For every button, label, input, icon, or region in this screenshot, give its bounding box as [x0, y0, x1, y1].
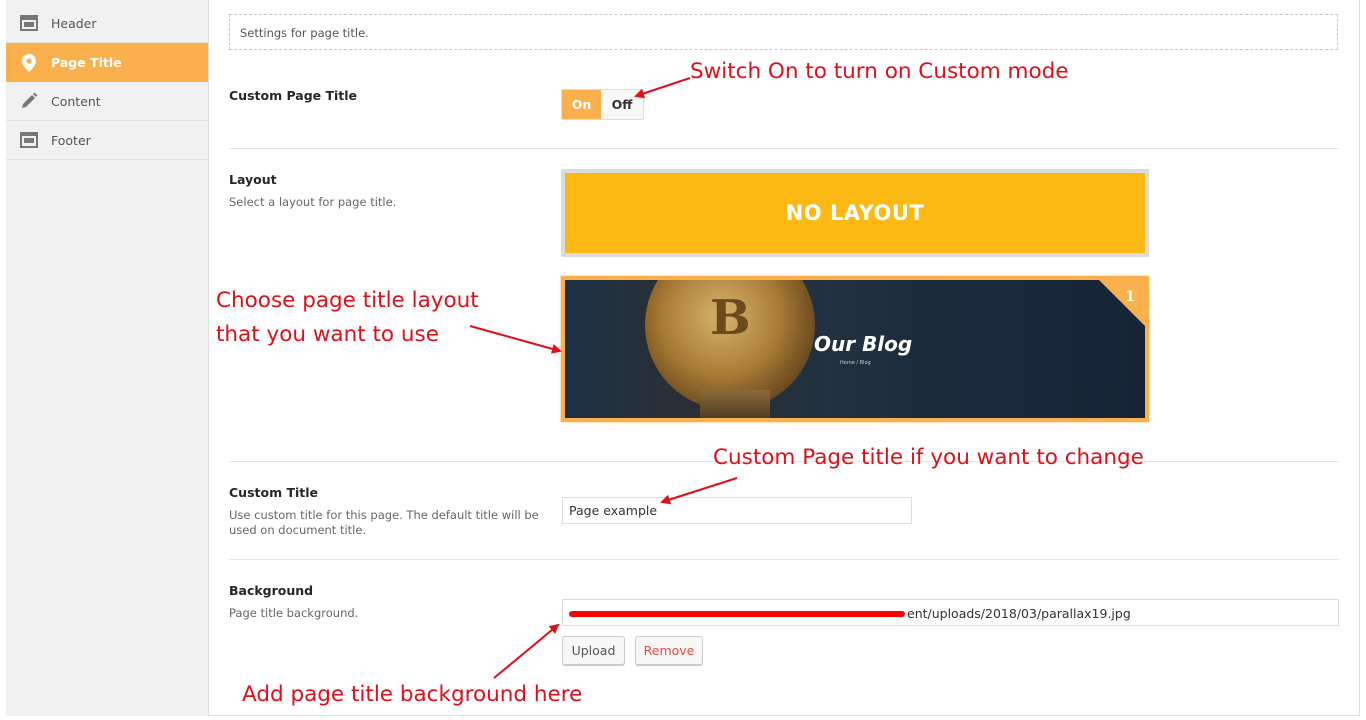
sidebar-item-label: Content: [51, 93, 101, 109]
layout-preview-title: Our Blog: [814, 332, 913, 356]
layout-label: Layout: [229, 172, 277, 187]
switch-off-option[interactable]: Off: [601, 90, 643, 119]
custom-title-input[interactable]: Page example: [562, 497, 912, 524]
sidebar: Header Page Title Content Footer: [6, 0, 209, 716]
switch-on-option[interactable]: On: [562, 90, 601, 119]
custom-title-label: Custom Title: [229, 485, 319, 500]
annotation-layout-line2: that you want to use: [216, 322, 439, 347]
background-url-input[interactable]: ent/uploads/2018/03/parallax19.jpg: [562, 599, 1339, 626]
sidebar-item-page-title[interactable]: Page Title: [6, 43, 208, 82]
divider: [229, 559, 1339, 560]
annotation-switch: Switch On to turn on Custom mode: [690, 59, 1069, 84]
sidebar-item-label: Header: [51, 15, 97, 31]
layout-footer-icon: [20, 131, 38, 149]
background-description: Page title background.: [229, 606, 359, 620]
layout-header-icon: [20, 14, 38, 32]
upload-button[interactable]: Upload: [562, 636, 625, 665]
bitcoin-symbol-icon: B: [710, 290, 751, 346]
selected-corner-badge: [1099, 280, 1145, 326]
sidebar-item-header[interactable]: Header: [6, 4, 208, 43]
map-pin-icon: [20, 53, 38, 72]
remove-button[interactable]: Remove: [635, 636, 703, 665]
sidebar-item-label: Footer: [51, 132, 91, 148]
redaction-mark: [569, 611, 905, 617]
layout-preview-breadcrumb: Home / Blog: [840, 360, 871, 366]
background-url-value: ent/uploads/2018/03/parallax19.jpg: [907, 606, 1131, 621]
custom-page-title-label: Custom Page Title: [229, 88, 358, 103]
main-content: Settings for page title. Custom Page Tit…: [229, 0, 1339, 716]
annotation-background: Add page title background here: [242, 682, 583, 707]
background-label: Background: [229, 583, 314, 598]
custom-title-description: Use custom title for this page. The defa…: [229, 508, 539, 537]
sidebar-item-label: Page Title: [51, 55, 122, 70]
layout-option-1[interactable]: B Our Blog Home / Blog 1: [561, 276, 1149, 422]
sidebar-item-content[interactable]: Content: [6, 82, 208, 121]
coin-stand-image: [700, 390, 770, 418]
annotation-layout-line1: Choose page title layout: [216, 288, 479, 313]
custom-page-title-switch[interactable]: On Off: [561, 89, 644, 120]
pencil-icon: [20, 92, 38, 110]
sidebar-item-footer[interactable]: Footer: [6, 121, 208, 160]
section-description: Settings for page title.: [229, 14, 1338, 50]
layout-option-none[interactable]: NO LAYOUT: [561, 169, 1149, 257]
annotation-custom-title: Custom Page title if you want to change: [713, 445, 1144, 470]
layout-description: Select a layout for page title.: [229, 195, 397, 209]
layout-number: 1: [1125, 289, 1135, 305]
divider: [229, 148, 1339, 149]
